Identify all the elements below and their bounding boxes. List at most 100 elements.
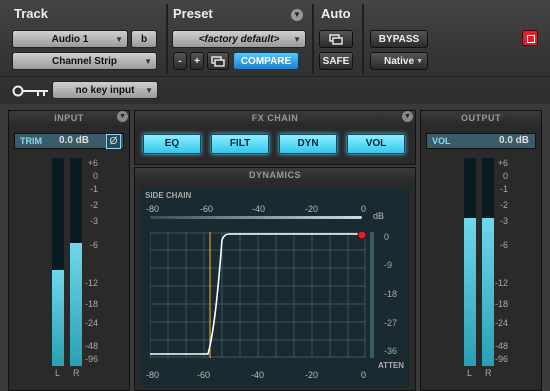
trim-control[interactable]: TRIM 0.0 dB Ø — [14, 133, 124, 149]
sc-tick: 0 — [361, 204, 367, 214]
safe-label: SAFE — [322, 56, 350, 67]
plus-label: + — [194, 56, 200, 67]
scale-tick: -12 — [494, 278, 508, 288]
input-meter-left — [52, 158, 64, 366]
trim-value: 0.0 dB — [59, 135, 90, 146]
chevron-down-icon: ▼ — [144, 57, 152, 66]
trim-label: TRIM — [20, 136, 42, 146]
scale-tick: +6 — [497, 158, 508, 168]
scale-tick: -24 — [84, 318, 98, 328]
insert-name: Channel Strip — [51, 56, 117, 67]
chevron-down-icon: ▼ — [145, 86, 153, 95]
scale-tick: -18 — [494, 299, 508, 309]
dynamics-title: DYNAMICS — [135, 168, 415, 182]
scale-tick: -1 — [499, 184, 508, 194]
input-level-scale: -80 -60 -40 -20 0 — [143, 370, 373, 382]
track-selector[interactable]: Audio 1 ▼ — [12, 30, 128, 48]
scale-tick: -24 — [494, 318, 508, 328]
meter-level — [482, 218, 494, 366]
key-input-label: no key input — [75, 85, 135, 96]
auto-title: Auto — [321, 6, 351, 21]
sc-tick: -40 — [252, 204, 266, 214]
key-input-selector[interactable]: no key input ▼ — [52, 81, 158, 99]
x-tick: -80 — [146, 370, 160, 380]
automation-button[interactable] — [319, 30, 353, 48]
track-suffix-selector[interactable]: b — [131, 30, 157, 48]
x-tick: -40 — [251, 370, 265, 380]
atten-label: ATTEN — [378, 361, 405, 370]
chevron-down-icon: ▼ — [115, 35, 123, 44]
scale-tick: -2 — [89, 200, 98, 210]
phase-invert-button[interactable]: Ø — [106, 134, 121, 149]
scale-tick: +6 — [87, 158, 98, 168]
bypass-button[interactable]: BYPASS — [370, 30, 428, 48]
x-tick: -60 — [197, 370, 211, 380]
compare-label: COMPARE — [240, 56, 292, 67]
side-chain-meter — [150, 216, 362, 219]
atten-tick: 0 — [384, 232, 390, 242]
record-enable-button[interactable] — [522, 30, 538, 46]
square-icon — [527, 35, 535, 43]
preset-name: <factory default> — [198, 34, 280, 45]
fx-dyn-button[interactable]: DYN — [279, 134, 337, 154]
scale-tick: -96 — [494, 354, 508, 364]
meter-level — [52, 270, 64, 366]
meter-label-r: R — [73, 368, 80, 378]
dynamics-curve-graph[interactable] — [150, 232, 366, 358]
scale-tick: -48 — [84, 341, 98, 351]
scale-tick: -12 — [84, 278, 98, 288]
fx-eq-button[interactable]: EQ — [143, 134, 201, 154]
atten-meter — [370, 232, 374, 358]
atten-tick: -27 — [384, 318, 398, 328]
atten-tick: -9 — [384, 260, 393, 270]
atten-scale: 0 -9 -18 -27 -36 — [384, 232, 406, 362]
insert-selector[interactable]: Channel Strip ▼ — [12, 52, 157, 70]
graph-grid — [150, 232, 366, 358]
bypass-label: BYPASS — [378, 34, 420, 45]
input-panel: INPUT — [8, 110, 130, 391]
meter-level — [70, 243, 82, 366]
track-name: Audio 1 — [51, 34, 89, 45]
meter-label-r: R — [485, 368, 492, 378]
track-title: Track — [14, 6, 48, 21]
fx-chain-menu-icon[interactable]: ▼ — [402, 111, 413, 122]
copy-settings-button[interactable] — [207, 52, 229, 70]
compare-button[interactable]: COMPARE — [233, 52, 299, 70]
fx-vol-button[interactable]: VOL — [347, 134, 405, 154]
meter-label-l: L — [55, 368, 61, 378]
x-tick: 0 — [361, 370, 367, 380]
fx-filt-button[interactable]: FILT — [211, 134, 269, 154]
scale-tick: -6 — [89, 240, 98, 250]
preset-menu-icon[interactable]: ▼ — [291, 9, 303, 21]
chevron-down-icon: ▼ — [293, 35, 301, 44]
vol-label: VOL — [432, 136, 451, 146]
scale-tick: -18 — [84, 299, 98, 309]
automation-icon — [329, 34, 343, 45]
input-title: INPUT — [9, 111, 129, 125]
scale-tick: -48 — [494, 341, 508, 351]
input-menu-icon[interactable]: ▼ — [117, 111, 128, 122]
side-chain-scale: -80 -60 -40 -20 0 — [143, 204, 373, 216]
atten-tick: -18 — [384, 289, 398, 299]
sc-tick: -20 — [305, 204, 319, 214]
atten-tick: -36 — [384, 346, 398, 356]
track-suffix: b — [140, 34, 148, 45]
scale-tick: -3 — [499, 216, 508, 226]
output-meter-left — [464, 158, 476, 366]
sc-tick: -60 — [200, 204, 214, 214]
curve-handle[interactable] — [357, 232, 366, 240]
divider — [0, 76, 550, 77]
native-label: Native — [383, 56, 414, 67]
side-chain-label: SIDE CHAIN — [145, 191, 192, 200]
volume-control[interactable]: VOL 0.0 dB — [426, 133, 536, 149]
output-title: OUTPUT — [421, 111, 541, 125]
divider — [312, 4, 314, 74]
next-preset-button[interactable]: + — [190, 52, 204, 70]
preset-selector[interactable]: <factory default> ▼ — [172, 30, 306, 48]
vol-value: 0.0 dB — [498, 135, 529, 146]
native-selector[interactable]: Native ▼ — [370, 52, 428, 70]
key-icon — [12, 85, 48, 97]
db-label: dB — [373, 211, 385, 221]
safe-button[interactable]: SAFE — [319, 52, 353, 70]
previous-preset-button[interactable]: - — [173, 52, 187, 70]
